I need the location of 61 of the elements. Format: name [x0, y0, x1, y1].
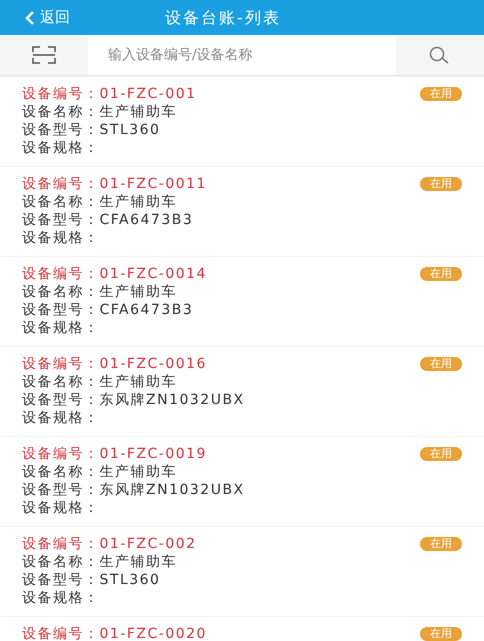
- field-label: 设备编号：: [22, 175, 100, 193]
- field-label: 设备编号：: [22, 355, 100, 373]
- field-value: 东风牌ZN1032UBX: [100, 391, 245, 409]
- equipment-card[interactable]: 设备编号：01-FZC-0011 设备名称：生产辅助车 设备型号：CFA6473B3 设备规格： 在用: [0, 167, 484, 256]
- field-label: 设备型号：: [22, 571, 100, 589]
- field-label: 设备编号：: [22, 265, 100, 283]
- field-label: 设备编号：: [22, 625, 100, 641]
- status-badge: 在用: [420, 357, 462, 371]
- field-label: 设备名称：: [22, 463, 100, 481]
- field-value: 生产辅助车: [100, 463, 177, 481]
- status-badge: 在用: [420, 537, 462, 551]
- equipment-card[interactable]: 设备编号：01-FZC-0014 设备名称：生产辅助车 设备型号：CFA6473B3 设备规格： 在用: [0, 257, 484, 346]
- equipment-card[interactable]: 设备编号：01-FZC-0016 设备名称：生产辅助车 设备型号：东风牌ZN1032UBX 设备规格： 在用: [0, 347, 484, 436]
- field-label: 设备编号：: [22, 85, 100, 103]
- equipment-card[interactable]: 设备编号：01-FZC-0019 设备名称：生产辅助车 设备型号：东风牌ZN1032UBX 设备规格： 在用: [0, 437, 484, 526]
- status-badge: 在用: [420, 447, 462, 461]
- field-value: 东风牌ZN1032UBX: [100, 481, 245, 499]
- field-label: 设备名称：: [22, 283, 100, 301]
- search-field[interactable]: 输入设备编号/设备名称: [88, 35, 396, 75]
- field-label: 设备型号：: [22, 121, 100, 139]
- field-value: 01-FZC-002: [100, 535, 197, 553]
- status-badge: 在用: [420, 627, 462, 641]
- field-value: 01-FZC-0019: [100, 445, 207, 463]
- field-label: 设备名称：: [22, 193, 100, 211]
- field-value: 01-FZC-0011: [100, 175, 207, 193]
- page-title: 设备台账-列表: [165, 6, 281, 28]
- field-value: 生产辅助车: [100, 193, 177, 211]
- field-value: 01-FZC-0014: [100, 265, 207, 283]
- field-label: 设备型号：: [22, 301, 100, 319]
- field-label: 设备型号：: [22, 481, 100, 499]
- field-label: 设备规格：: [22, 139, 100, 157]
- field-value: CFA6473B3: [100, 301, 194, 319]
- equipment-card[interactable]: 设备编号：01-FZC-002 设备名称：生产辅助车 设备型号：STL360 设备规格： 在用: [0, 527, 484, 616]
- field-label: 设备规格：: [22, 409, 100, 427]
- field-label: 设备规格：: [22, 499, 100, 517]
- status-badge: 在用: [420, 87, 462, 101]
- field-label: 设备型号：: [22, 211, 100, 229]
- field-value: 01-FZC-0020: [100, 625, 207, 641]
- field-value: STL360: [100, 121, 160, 139]
- field-label: 设备规格：: [22, 319, 100, 337]
- field-label: 设备名称：: [22, 553, 100, 571]
- equipment-card[interactable]: 设备编号：01-FZC-0020 在用: [0, 617, 484, 641]
- field-value: 生产辅助车: [100, 103, 177, 121]
- field-value: 01-FZC-0016: [100, 355, 207, 373]
- field-value: STL360: [100, 571, 160, 589]
- field-label: 设备规格：: [22, 589, 100, 607]
- field-value: CFA6473B3: [100, 211, 194, 229]
- status-badge: 在用: [420, 267, 462, 281]
- field-label: 设备型号：: [22, 391, 100, 409]
- status-badge: 在用: [420, 177, 462, 191]
- field-value: 01-FZC-001: [100, 85, 197, 103]
- back-chevron-icon: [24, 10, 36, 24]
- field-value: 生产辅助车: [100, 373, 177, 391]
- field-label: 设备名称：: [22, 373, 100, 391]
- field-value: 生产辅助车: [100, 283, 177, 301]
- field-label: 设备规格：: [22, 229, 100, 247]
- field-label: 设备名称：: [22, 103, 100, 121]
- equipment-card[interactable]: 设备编号：01-FZC-001 设备名称：生产辅助车 设备型号：STL360 设备规格： 在用: [0, 77, 484, 166]
- field-value: 生产辅助车: [100, 553, 177, 571]
- field-label: 设备编号：: [22, 535, 100, 553]
- field-label: 设备编号：: [22, 445, 100, 463]
